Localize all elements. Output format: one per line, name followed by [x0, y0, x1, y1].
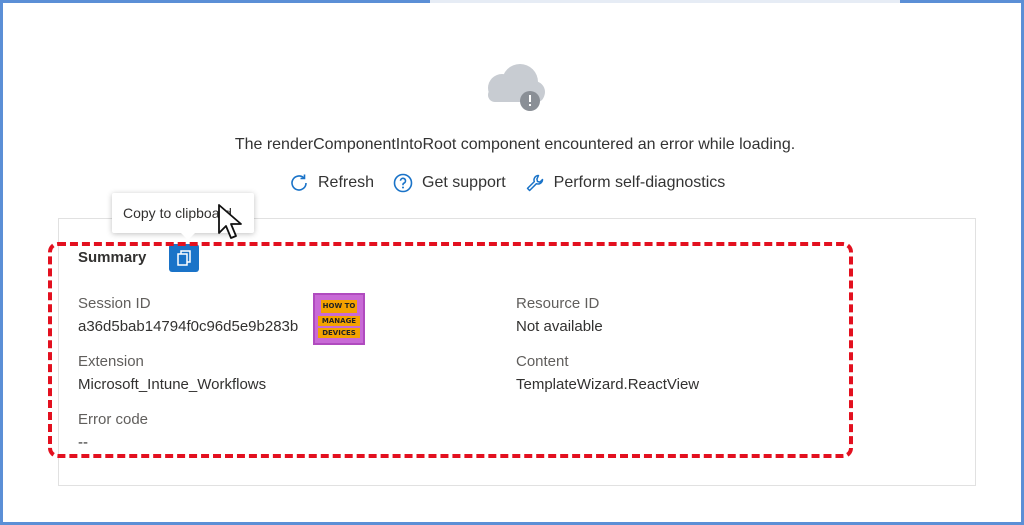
annotation-highlight-box	[48, 242, 853, 458]
error-message: The renderComponentIntoRoot component en…	[234, 136, 796, 153]
tooltip-arrow	[180, 232, 196, 240]
cloud-warning-icon	[480, 62, 550, 114]
help-circle-icon	[393, 173, 413, 193]
refresh-button[interactable]: Refresh	[288, 172, 374, 194]
get-support-label: Get support	[422, 174, 506, 191]
refresh-label: Refresh	[318, 174, 375, 191]
self-diagnostics-label: Perform self-diagnostics	[553, 174, 726, 191]
action-bar: Refresh Get support Perform self-diagnos…	[288, 172, 743, 194]
top-bar	[430, 0, 900, 3]
wrench-icon	[526, 174, 543, 192]
get-support-button[interactable]: Get support	[392, 172, 506, 194]
self-diagnostics-button[interactable]: Perform self-diagnostics	[524, 172, 726, 194]
refresh-icon	[291, 174, 307, 191]
mouse-cursor-icon	[217, 203, 245, 248]
